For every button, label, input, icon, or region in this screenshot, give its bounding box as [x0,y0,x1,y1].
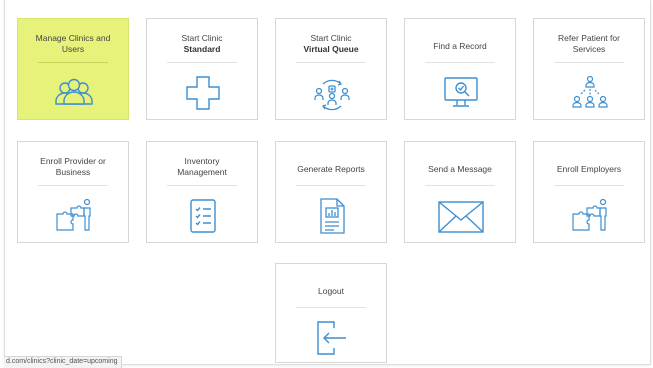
referral-network-icon [570,73,610,113]
tile-logout[interactable]: Logout [275,263,387,363]
main-panel: Manage Clinics and Users Start Clinic Stan… [4,0,651,365]
tile-find-a-record[interactable]: Find a Record [404,18,516,120]
tile-label: Inventory Management [177,156,227,177]
tile-label: Find a Record [433,41,487,51]
divider [425,62,495,63]
tile-label: Manage Clinics and Users [35,33,111,54]
users-group-icon [54,73,94,113]
tile-label: Send a Message [428,164,492,174]
divider [167,185,237,186]
status-bar-url: d.com/clinics?clinic_date=upcoming [4,356,123,368]
tile-label: Enroll Provider or Business [40,156,106,177]
tile-start-clinic-virtual-queue[interactable]: Start Clinic Virtual Queue [275,18,387,120]
tile-manage-clinics-users[interactable]: Manage Clinics and Users [17,18,129,120]
divider [38,62,108,63]
tile-label: Generate Reports [297,164,365,174]
tile-label: Start Clinic Virtual Queue [303,33,359,54]
envelope-icon [437,196,485,236]
divider [167,62,237,63]
tile-start-clinic-standard[interactable]: Start Clinic Standard [146,18,258,120]
virtual-queue-icon [312,73,352,113]
puzzle-person-icon [570,196,610,236]
divider [296,307,366,308]
divider [296,185,366,186]
tile-generate-reports[interactable]: Generate Reports [275,141,387,243]
tile-inventory-management[interactable]: Inventory Management [146,141,258,243]
tile-label: Start Clinic Standard [181,33,223,54]
tile-label: Logout [318,286,344,296]
divider [554,185,624,186]
clipboard-checklist-icon [183,196,223,236]
puzzle-person-icon [54,196,94,236]
medical-cross-icon [183,73,223,113]
divider [38,185,108,186]
logout-arrow-icon [312,318,352,358]
monitor-search-icon [441,73,481,113]
tile-label: Refer Patient for Services [558,33,620,54]
tile-refer-patient-for-services[interactable]: Refer Patient for Services [533,18,645,120]
divider [296,62,366,63]
tile-send-a-message[interactable]: Send a Message [404,141,516,243]
divider [425,185,495,186]
report-chart-icon [312,196,352,236]
tile-enroll-provider-or-business[interactable]: Enroll Provider or Business [17,141,129,243]
divider [554,62,624,63]
tile-enroll-employers[interactable]: Enroll Employers [533,141,645,243]
tile-label: Enroll Employers [556,164,622,174]
